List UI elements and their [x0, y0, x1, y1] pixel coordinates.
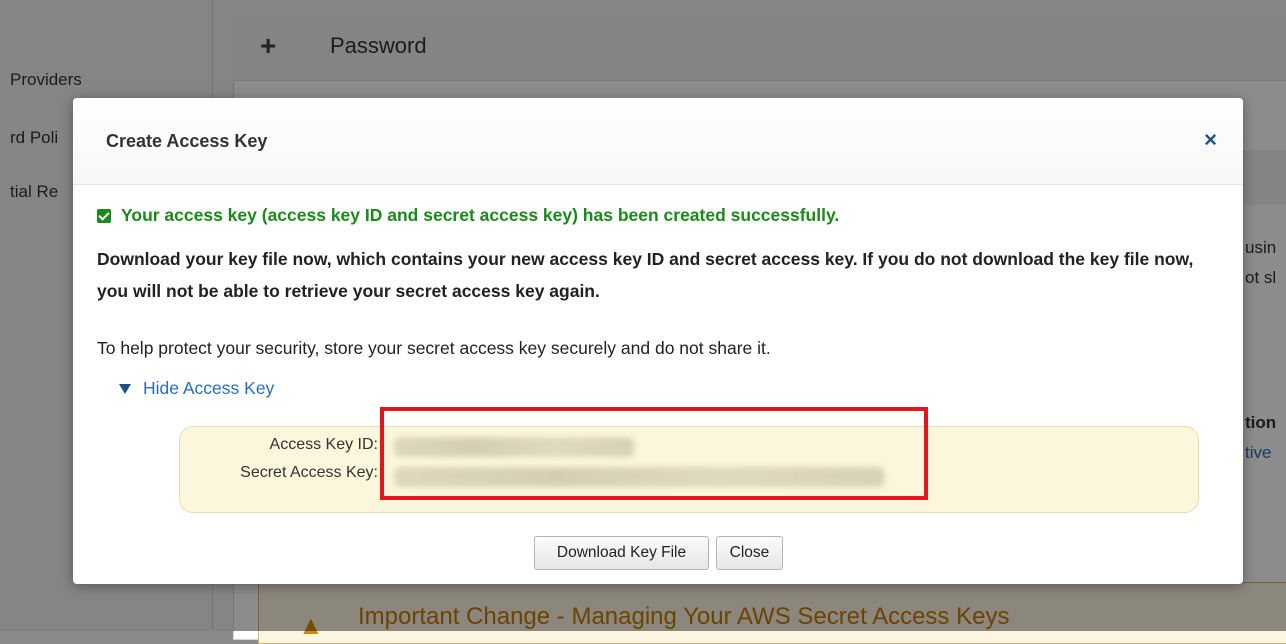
close-button[interactable]: Close [716, 536, 783, 570]
security-note: To help protect your security, store you… [97, 338, 771, 358]
hide-access-key-toggle[interactable]: Hide Access Key [119, 378, 274, 399]
modal-title: Create Access Key [106, 131, 268, 151]
triangle-down-icon [119, 383, 131, 394]
secret-key-label: Secret Access Key: [240, 464, 378, 481]
download-warning: Download your key file now, which contai… [97, 249, 1194, 301]
modal-header: Create Access Key × [73, 98, 1243, 185]
create-access-key-dialog: Create Access Key × Your access key (acc… [73, 98, 1243, 584]
checkmark-icon [97, 208, 111, 223]
success-text: Your access key (access key ID and secre… [121, 205, 840, 225]
redaction-highlight-box [380, 407, 928, 500]
access-key-id-label: Access Key ID: [269, 436, 378, 453]
close-icon[interactable]: × [1204, 129, 1217, 151]
success-message: Your access key (access key ID and secre… [97, 205, 839, 226]
download-key-file-button[interactable]: Download Key File [534, 536, 709, 570]
toggle-label: Hide Access Key [143, 378, 275, 398]
